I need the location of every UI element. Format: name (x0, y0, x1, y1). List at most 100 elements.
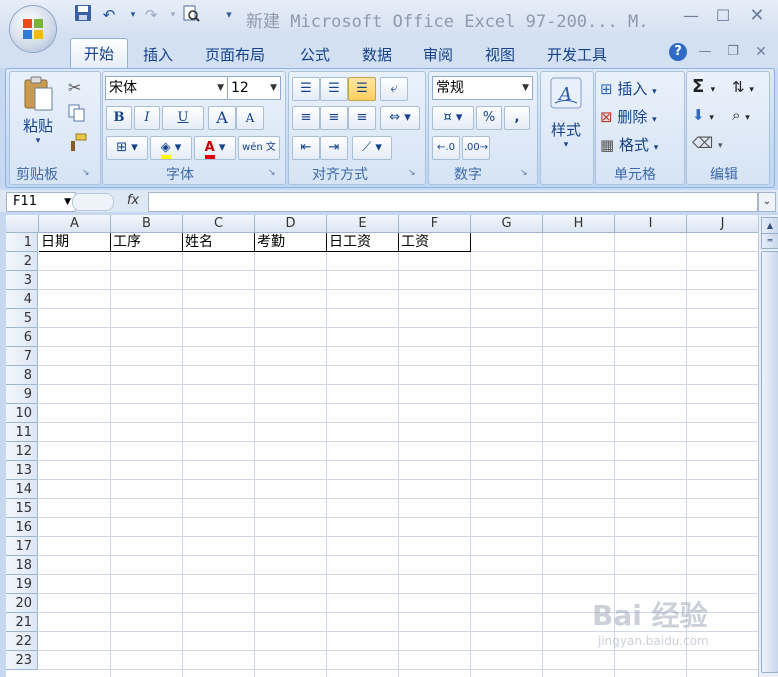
delete-cells-button[interactable]: ⊠ 删除 ▾ (600, 106, 657, 127)
close-icon[interactable]: ✕ (746, 6, 768, 26)
formula-bar-splitter[interactable] (72, 193, 114, 211)
maximize-icon[interactable]: ☐ (712, 6, 734, 26)
font-name-select[interactable]: 宋体 ▼ (105, 76, 228, 100)
cell-c1[interactable]: 姓名 (183, 233, 255, 252)
column-header-i[interactable]: I (615, 215, 687, 233)
column-header-e[interactable]: E (327, 215, 399, 233)
row-header-23[interactable]: 23 (6, 651, 38, 670)
fill-button[interactable]: ⬇ ▾ (692, 106, 714, 124)
align-right-button[interactable]: ≡ (348, 106, 376, 130)
office-button[interactable] (10, 6, 56, 52)
row-header-11[interactable]: 11 (6, 423, 38, 442)
cell-b1[interactable]: 工序 (111, 233, 183, 252)
font-color-button[interactable]: A ▾ (194, 136, 236, 160)
row-header-3[interactable]: 3 (6, 271, 38, 290)
currency-button[interactable]: ¤ ▾ (432, 106, 474, 130)
italic-button[interactable]: I (134, 106, 160, 130)
find-select-button[interactable]: ⌕ ▾ (732, 106, 750, 124)
font-size-select[interactable]: 12 ▼ (227, 76, 281, 100)
wrap-text-button[interactable]: ⤶ (380, 77, 408, 101)
save-icon[interactable] (72, 4, 94, 26)
column-header-h[interactable]: H (543, 215, 615, 233)
row-header-16[interactable]: 16 (6, 518, 38, 537)
expand-formula-bar-icon[interactable]: ⌄ (758, 192, 776, 212)
column-header-j[interactable]: J (687, 215, 758, 233)
help-icon[interactable]: ? (669, 43, 687, 61)
cell-a1[interactable]: 日期 (39, 233, 111, 252)
underline-button[interactable]: U (162, 106, 204, 130)
cell-f1[interactable]: 工资 (399, 233, 471, 252)
ribbon-minimize-icon[interactable]: — (694, 42, 716, 62)
phonetic-guide-button[interactable]: wén 文 (238, 136, 280, 160)
align-center-button[interactable]: ≡ (320, 106, 348, 130)
insert-function-button[interactable]: fx (118, 192, 148, 210)
orientation-button[interactable]: ⟋ ▾ (352, 136, 392, 160)
minimize-icon[interactable]: — (680, 6, 702, 26)
insert-cells-button[interactable]: ⊞ 插入 ▾ (600, 78, 657, 99)
increase-decimal-button[interactable]: ←.0 (432, 136, 460, 160)
column-header-f[interactable]: F (399, 215, 471, 233)
name-box[interactable]: F11 ▼ (6, 192, 76, 212)
borders-button[interactable]: ⊞ ▾ (106, 136, 148, 160)
paste-button[interactable]: 粘贴 ▾ (16, 76, 60, 160)
column-header-c[interactable]: C (183, 215, 255, 233)
decrease-decimal-button[interactable]: .00→ (462, 136, 490, 160)
increase-indent-button[interactable]: ⇥ (320, 136, 348, 160)
copy-icon[interactable] (68, 104, 86, 122)
grow-font-button[interactable]: A (208, 106, 236, 130)
workbook-close-icon[interactable]: ✕ (750, 42, 772, 62)
row-header-20[interactable]: 20 (6, 594, 38, 613)
styles-button[interactable]: A 样式 ▾ (544, 76, 588, 166)
row-header-1[interactable]: 1 (6, 233, 38, 252)
number-format-select[interactable]: 常规 ▼ (432, 76, 533, 100)
row-header-21[interactable]: 21 (6, 613, 38, 632)
row-header-22[interactable]: 22 (6, 632, 38, 651)
row-header-12[interactable]: 12 (6, 442, 38, 461)
undo-icon[interactable]: ↶ (98, 4, 120, 26)
clipboard-launcher-icon[interactable]: ↘ (82, 168, 90, 178)
tab-home[interactable]: 开始 (70, 38, 128, 69)
clear-button[interactable]: ⌫ ▾ (692, 134, 723, 152)
vertical-scrollbar[interactable]: ▲ ═ (758, 215, 778, 677)
number-launcher-icon[interactable]: ↘ (520, 168, 528, 178)
split-box[interactable]: ═ (761, 233, 778, 249)
scroll-thumb[interactable] (761, 251, 778, 673)
select-all-button[interactable] (6, 215, 39, 233)
customize-qat-icon[interactable]: ▾ (218, 4, 240, 26)
row-header-17[interactable]: 17 (6, 537, 38, 556)
tab-view[interactable]: 视图 (485, 44, 515, 66)
ribbon-restore-icon[interactable]: ❐ (722, 42, 744, 62)
row-header-6[interactable]: 6 (6, 328, 38, 347)
row-header-7[interactable]: 7 (6, 347, 38, 366)
print-preview-icon[interactable] (180, 4, 202, 26)
cut-icon[interactable]: ✂ (68, 78, 81, 97)
format-painter-icon[interactable] (68, 132, 88, 152)
row-header-14[interactable]: 14 (6, 480, 38, 499)
font-launcher-icon[interactable]: ↘ (268, 168, 276, 178)
tab-review[interactable]: 审阅 (423, 44, 453, 66)
column-header-b[interactable]: B (111, 215, 183, 233)
row-header-13[interactable]: 13 (6, 461, 38, 480)
alignment-launcher-icon[interactable]: ↘ (408, 168, 416, 178)
row-header-5[interactable]: 5 (6, 309, 38, 328)
tab-page-layout[interactable]: 页面布局 (205, 44, 265, 66)
row-header-18[interactable]: 18 (6, 556, 38, 575)
format-cells-button[interactable]: ▦ 格式 ▾ (600, 134, 658, 155)
tab-data[interactable]: 数据 (362, 44, 392, 66)
formula-input[interactable] (148, 192, 758, 212)
cell-e1[interactable]: 日工资 (327, 233, 399, 252)
row-header-19[interactable]: 19 (6, 575, 38, 594)
row-header-9[interactable]: 9 (6, 385, 38, 404)
tab-formulas[interactable]: 公式 (300, 44, 330, 66)
decrease-indent-button[interactable]: ⇤ (292, 136, 320, 160)
merge-center-button[interactable]: ⇔ ▾ (380, 106, 420, 130)
bold-button[interactable]: B (106, 106, 132, 130)
comma-button[interactable]: , (504, 106, 530, 130)
align-left-button[interactable]: ≡ (292, 106, 320, 130)
row-header-2[interactable]: 2 (6, 252, 38, 271)
column-header-g[interactable]: G (471, 215, 543, 233)
autosum-button[interactable]: Σ ▾ (692, 76, 715, 97)
redo-icon[interactable]: ↷ (140, 4, 162, 26)
cell-d1[interactable]: 考勤 (255, 233, 327, 252)
shrink-font-button[interactable]: A (236, 106, 264, 130)
